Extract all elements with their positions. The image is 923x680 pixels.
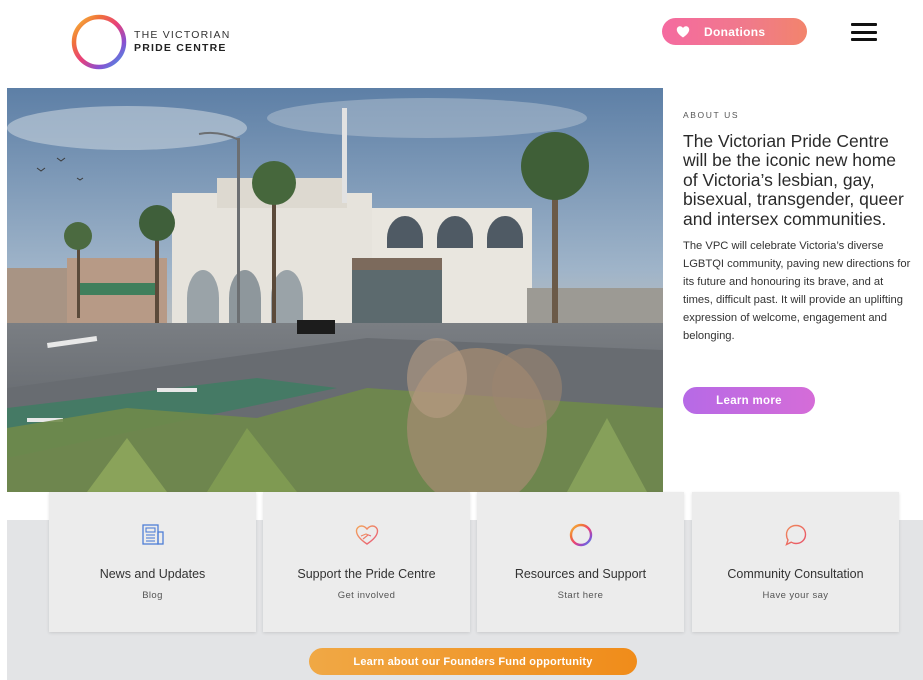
rainbow-ring-logo-icon [71,14,127,70]
heart-icon [676,25,690,37]
card-resources-support[interactable]: Resources and Support Start here [477,492,684,632]
card-title: News and Updates [99,567,206,581]
site-logo[interactable]: THE VICTORIAN PRIDE CENTRE [70,13,231,71]
logo-title-line1: THE VICTORIAN [134,29,231,41]
about-kicker: ABOUT US [683,110,740,120]
card-title: Support the Pride Centre [297,567,436,581]
card-subtitle: Blog [142,590,163,601]
card-community-consultation[interactable]: Community Consultation Have your say [692,492,899,632]
card-subtitle: Start here [557,590,604,601]
card-subtitle: Have your say [762,590,829,601]
founders-fund-button[interactable]: Learn about our Founders Fund opportunit… [309,648,637,675]
card-title: Resources and Support [514,567,647,581]
card-subtitle: Get involved [337,590,396,601]
hero-image [7,88,663,492]
card-title: Community Consultation [727,567,864,581]
rainbow-ring-icon [569,523,592,547]
heart-hand-icon [355,525,378,545]
card-support-pride-centre[interactable]: Support the Pride Centre Get involved [263,492,470,632]
donations-label: Donations [704,24,766,39]
about-body: The VPC will celebrate Victoria’s divers… [683,240,911,342]
about-section: ABOUT US The Victorian Pride Centre will… [683,110,913,345]
learn-more-button[interactable]: Learn more [683,387,815,414]
card-news-updates[interactable]: News and Updates Blog [49,492,256,632]
speech-bubble-icon [784,524,806,546]
hamburger-menu-icon[interactable] [851,23,877,41]
logo-title-line2: PRIDE CENTRE [134,42,227,54]
about-heading: The Victorian Pride Centre will be the i… [683,131,904,229]
donations-button[interactable]: Donations [662,18,807,45]
newspaper-icon [141,524,164,545]
